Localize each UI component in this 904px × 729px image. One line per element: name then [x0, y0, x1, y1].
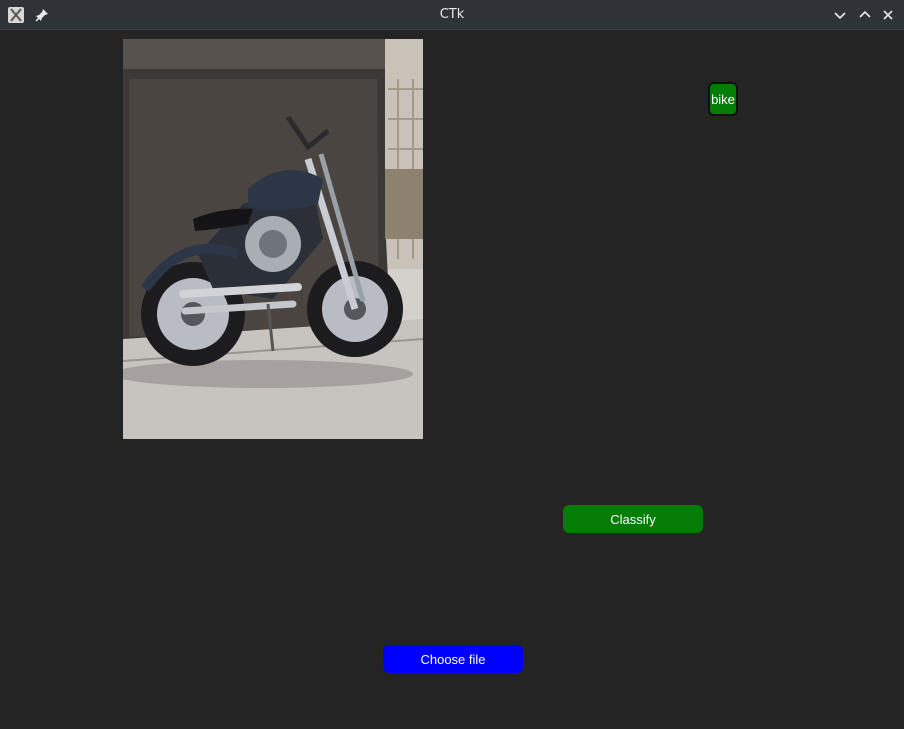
minimize-icon[interactable]: [832, 7, 848, 23]
classify-button[interactable]: Classify: [563, 505, 703, 533]
choose-file-button[interactable]: Choose file: [383, 645, 523, 673]
window-title: CTk: [439, 7, 465, 22]
title-bar[interactable]: CTk: [0, 0, 904, 30]
motorcycle-image: [123, 39, 423, 439]
maximize-icon[interactable]: [857, 7, 873, 23]
prediction-result-label: bike: [708, 82, 738, 116]
close-icon[interactable]: [880, 7, 896, 23]
